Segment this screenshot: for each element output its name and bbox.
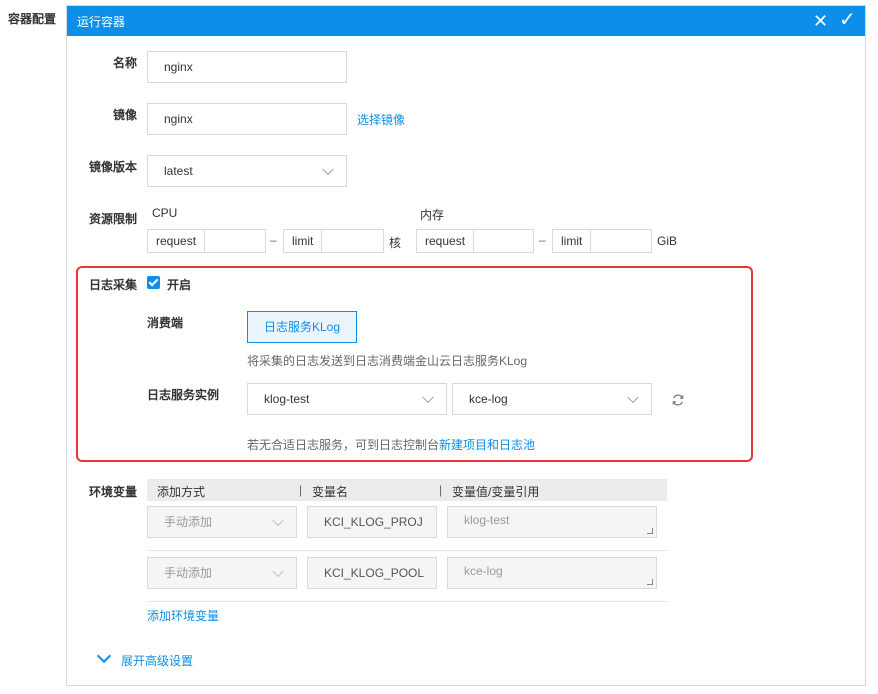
env-method-value: 手动添加 (164, 515, 213, 529)
expand-advanced-link[interactable]: 展开高级设置 (121, 652, 193, 669)
env-col-separator: | (439, 483, 443, 497)
close-icon[interactable]: ✕ (813, 12, 828, 30)
log-collection-label: 日志采集 (89, 278, 138, 292)
env-var-value-field: klog-test (447, 506, 657, 538)
cpu-request-prefix: request (148, 230, 206, 252)
env-var-value-field: kce-log (447, 557, 657, 589)
env-row-divider (147, 601, 667, 602)
confirm-check-icon[interactable]: ✓ (839, 10, 856, 30)
env-col-name: 变量名 (312, 485, 349, 499)
chevron-down-icon (422, 391, 434, 404)
textarea-resize-handle (647, 579, 653, 585)
cpu-request-field[interactable]: request (147, 229, 266, 253)
consumer-description: 将采集的日志发送到日志消费端金山云日志服务KLog (247, 354, 528, 368)
env-row-method-select: 手动添加 (147, 506, 297, 538)
log-project-value: klog-test (264, 392, 310, 406)
env-var-name-field: KCI_KLOG_PROJ (307, 506, 437, 538)
log-hint-text: 若无合适日志服务，可到日志控制台 (247, 438, 440, 452)
chevron-down-icon (322, 163, 334, 176)
log-hint: 若无合适日志服务，可到日志控制台新建项目和日志池 (247, 436, 535, 453)
textarea-resize-handle (647, 528, 653, 534)
select-image-link[interactable]: 选择镜像 (357, 111, 405, 128)
cpu-limit-field[interactable]: limit (283, 229, 384, 253)
image-version-select[interactable]: latest (147, 155, 347, 187)
memory-request-field[interactable]: request (416, 229, 534, 253)
chevron-down-icon (272, 565, 284, 578)
name-input[interactable]: nginx (147, 51, 347, 83)
chevron-down-icon (272, 514, 284, 527)
image-version-value: latest (164, 164, 193, 178)
name-label: 名称 (113, 56, 138, 70)
memory-limit-field[interactable]: limit (552, 229, 652, 253)
chevron-down-icon (627, 391, 639, 404)
cpu-title: CPU (152, 206, 178, 220)
create-project-pool-link[interactable]: 新建项目和日志池 (439, 438, 535, 452)
image-input[interactable]: nginx (147, 103, 347, 135)
panel-title: 运行容器 (77, 15, 126, 29)
log-pool-select[interactable]: kce-log (452, 383, 652, 415)
consumer-label: 消费端 (147, 316, 184, 330)
env-vars-label: 环境变量 (89, 485, 138, 499)
env-var-value: kce-log (464, 564, 503, 578)
cpu-limit-prefix: limit (284, 230, 323, 252)
env-table-header: 添加方式 | 变量名 | 变量值/变量引用 (147, 479, 667, 501)
section-label-container-config: 容器配置 (8, 12, 57, 26)
env-col-value: 变量值/变量引用 (452, 485, 540, 499)
memory-request-prefix: request (417, 230, 475, 252)
log-enable-checkbox[interactable] (147, 276, 160, 289)
image-label: 镜像 (113, 108, 138, 122)
log-project-select[interactable]: klog-test (247, 383, 447, 415)
klog-consumer-button[interactable]: 日志服务KLog (247, 311, 357, 343)
memory-limit-prefix: limit (553, 230, 592, 252)
env-method-value: 手动添加 (164, 566, 213, 580)
env-col-separator: | (299, 483, 303, 497)
cpu-range-dash: – (270, 233, 277, 247)
env-row-divider (147, 550, 667, 551)
image-version-label: 镜像版本 (89, 160, 138, 174)
log-instance-label: 日志服务实例 (147, 388, 220, 402)
memory-unit: GiB (657, 234, 678, 248)
cpu-unit: 核 (389, 236, 402, 250)
refresh-icon[interactable] (671, 393, 685, 407)
env-var-name-field: KCI_KLOG_POOL (307, 557, 437, 589)
memory-range-dash: – (539, 233, 546, 247)
add-env-var-link[interactable]: 添加环境变量 (147, 607, 219, 624)
memory-title: 内存 (420, 208, 445, 222)
env-col-method: 添加方式 (157, 485, 206, 499)
env-var-value: klog-test (464, 513, 510, 527)
panel-header (67, 6, 865, 36)
log-pool-value: kce-log (469, 392, 508, 406)
env-row-method-select: 手动添加 (147, 557, 297, 589)
resource-limit-label: 资源限制 (89, 212, 138, 226)
log-enable-label: 开启 (167, 278, 192, 292)
